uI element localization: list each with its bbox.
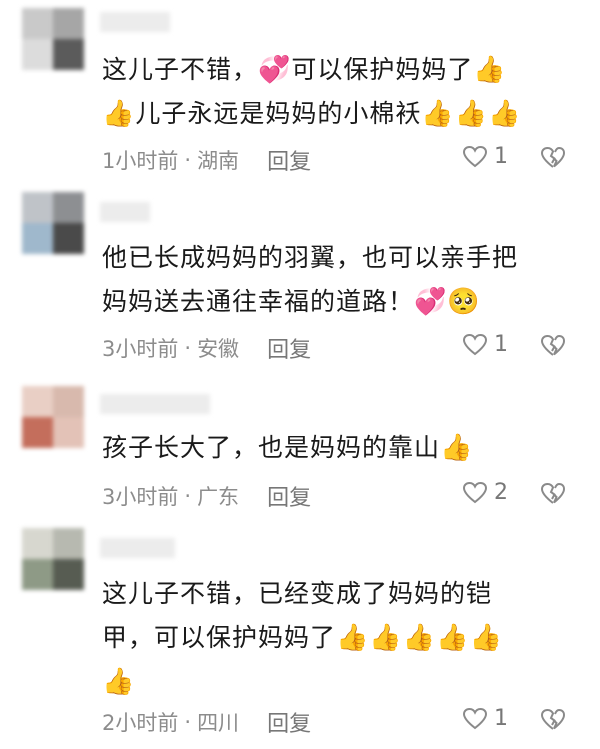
heart-outline-icon	[462, 481, 488, 503]
comment-location: 安徽	[197, 337, 240, 361]
heart-outline-icon	[462, 707, 488, 729]
dislike-button[interactable]	[540, 708, 566, 732]
username[interactable]	[100, 202, 150, 222]
avatar[interactable]	[22, 386, 84, 448]
like-button[interactable]: 1	[462, 144, 508, 169]
comment-time: 3小时前	[102, 485, 179, 509]
comment-text: 这儿子不错，已经变成了妈妈的铠 甲，可以保护妈妈了👍👍👍👍👍 👍	[102, 572, 572, 704]
comment-text-line: 这儿子不错，	[102, 55, 259, 84]
broken-heart-icon	[540, 146, 566, 168]
comment-text-line: 儿子永远是妈妈的小棉袄	[135, 99, 422, 128]
broken-heart-icon	[540, 334, 566, 356]
thumbs-up-emoji: 👍	[102, 99, 136, 129]
separator: ·	[184, 710, 192, 734]
reply-button[interactable]: 回复	[267, 332, 311, 364]
comment-text: 这儿子不错，💞可以保护妈妈了👍 👍儿子永远是妈妈的小棉袄👍👍👍	[102, 48, 572, 136]
heart-outline-icon	[462, 145, 488, 167]
thumbs-up-emoji: 👍	[440, 433, 474, 463]
comment-text-line: 他已长成妈妈的羽翼，也可以亲手把	[102, 243, 519, 272]
dislike-button[interactable]	[540, 146, 566, 170]
comment-text-line: 妈妈送去通往幸福的道路！	[102, 287, 415, 316]
comment-text-line: 甲，可以保护妈妈了	[102, 623, 337, 652]
comment-location: 广东	[197, 485, 240, 509]
comment-meta: 2小时前 · 四川 回复	[102, 706, 311, 738]
username[interactable]	[100, 12, 170, 32]
like-button[interactable]: 1	[462, 706, 508, 731]
reply-button[interactable]: 回复	[267, 144, 311, 176]
finger-heart-emoji: 💞	[258, 55, 292, 85]
comment-text: 孩子长大了，也是妈妈的靠山👍	[102, 426, 572, 470]
dislike-button[interactable]	[540, 334, 566, 358]
broken-heart-icon	[540, 708, 566, 730]
separator: ·	[184, 148, 192, 172]
reply-button[interactable]: 回复	[267, 706, 311, 738]
comment-text-line: 可以保护妈妈了	[291, 55, 474, 84]
dislike-button[interactable]	[540, 482, 566, 506]
username[interactable]	[100, 394, 210, 414]
comment-time: 2小时前	[102, 711, 179, 735]
comment-meta: 3小时前 · 安徽 回复	[102, 332, 311, 364]
avatar[interactable]	[22, 192, 84, 254]
thumbs-up-emoji: 👍	[102, 667, 136, 697]
thumbs-up-emoji: 👍	[473, 55, 507, 85]
comment-text: 他已长成妈妈的羽翼，也可以亲手把 妈妈送去通往幸福的道路！💞🥺	[102, 236, 572, 324]
comment-location: 四川	[197, 711, 240, 735]
separator: ·	[184, 484, 192, 508]
like-button[interactable]: 1	[462, 332, 508, 357]
like-count: 1	[494, 706, 508, 731]
thumbs-up-emoji: 👍👍👍👍👍	[336, 623, 503, 653]
avatar[interactable]	[22, 8, 84, 70]
heart-outline-icon	[462, 333, 488, 355]
avatar[interactable]	[22, 528, 84, 590]
comment-time: 3小时前	[102, 337, 179, 361]
like-button[interactable]: 2	[462, 480, 508, 505]
comment-location: 湖南	[197, 149, 240, 173]
username[interactable]	[100, 538, 175, 558]
reply-button[interactable]: 回复	[267, 480, 311, 512]
finger-heart-emoji: 💞	[414, 287, 448, 317]
broken-heart-icon	[540, 482, 566, 504]
comment-text-line: 孩子长大了，也是妈妈的靠山	[102, 433, 441, 462]
comment-meta: 3小时前 · 广东 回复	[102, 480, 311, 512]
like-count: 1	[494, 332, 508, 357]
comment-text-line: 这儿子不错，已经变成了妈妈的铠	[102, 579, 493, 608]
comment-time: 1小时前	[102, 149, 179, 173]
like-count: 1	[494, 144, 508, 169]
comment-meta: 1小时前 · 湖南 回复	[102, 144, 311, 176]
like-count: 2	[494, 480, 508, 505]
pleading-face-emoji: 🥺	[447, 287, 481, 317]
separator: ·	[184, 336, 192, 360]
thumbs-up-emoji: 👍👍👍	[421, 99, 522, 129]
